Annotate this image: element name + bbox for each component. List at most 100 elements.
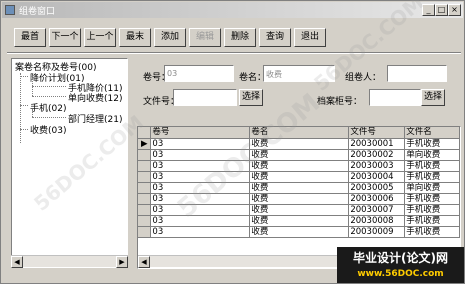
cell-volume-name[interactable]: 收费 bbox=[249, 204, 350, 216]
column-header-file-name[interactable]: 文件名 bbox=[404, 127, 460, 139]
grid-horizontal-scrollbar[interactable]: ◀ bbox=[138, 255, 338, 268]
cell-file-no[interactable]: 20030001 bbox=[348, 138, 406, 150]
table-row[interactable]: 03 收费 20030007 手机收费 bbox=[138, 204, 460, 216]
composer-field[interactable] bbox=[387, 65, 447, 82]
cell-file-no[interactable]: 20030005 bbox=[348, 182, 406, 194]
volume-name-field[interactable]: 收费 bbox=[263, 65, 335, 82]
query-button[interactable]: 查询 bbox=[259, 28, 291, 47]
app-icon bbox=[5, 5, 15, 15]
column-header-volume-no[interactable]: 卷号 bbox=[150, 127, 251, 139]
cell-file-name[interactable]: 手机收费 bbox=[404, 160, 460, 172]
table-row[interactable]: 03 收费 20030005 单向收费 bbox=[138, 182, 460, 194]
cell-volume-no[interactable]: 03 bbox=[150, 138, 251, 150]
cell-volume-no[interactable]: 03 bbox=[150, 226, 251, 238]
table-row[interactable]: 03 收费 20030004 手机收费 bbox=[138, 171, 460, 183]
banner-title: 毕业设计(论文)网 bbox=[353, 251, 448, 265]
table-row[interactable]: 03 收费 20030009 手机收费 bbox=[138, 226, 460, 238]
next-button[interactable]: 下一个 bbox=[49, 28, 81, 47]
cell-file-no[interactable]: 20030003 bbox=[348, 160, 406, 172]
cell-volume-no[interactable]: 03 bbox=[150, 182, 251, 194]
edit-button[interactable]: 编辑 bbox=[189, 28, 221, 47]
column-header-file-no[interactable]: 文件号 bbox=[348, 127, 406, 139]
cell-file-name[interactable]: 手机收费 bbox=[404, 204, 460, 216]
cell-file-name[interactable]: 手机收费 bbox=[404, 138, 460, 150]
cell-file-no[interactable]: 20030006 bbox=[348, 193, 406, 205]
column-header-volume-name[interactable]: 卷名 bbox=[249, 127, 350, 139]
row-selector[interactable] bbox=[138, 182, 152, 194]
table-row[interactable]: 03 收费 20030003 手机收费 bbox=[138, 160, 460, 172]
cell-file-no[interactable]: 20030009 bbox=[348, 226, 406, 238]
cell-volume-name[interactable]: 收费 bbox=[249, 193, 350, 205]
row-selector[interactable] bbox=[138, 226, 152, 238]
add-button[interactable]: 添加 bbox=[154, 28, 186, 47]
row-selector[interactable] bbox=[138, 215, 152, 227]
archive-tree[interactable]: 案卷名称及卷号(00) 降价计划(01) 手机降价(11) 单向收费(12) 手… bbox=[11, 58, 128, 268]
row-selector[interactable] bbox=[138, 149, 152, 161]
tree-node-fee[interactable]: 收费(03) bbox=[30, 123, 66, 136]
table-row[interactable]: 03 收费 20030002 单向收费 bbox=[138, 149, 460, 161]
cell-file-no[interactable]: 20030004 bbox=[348, 171, 406, 183]
cell-file-no[interactable]: 20030008 bbox=[348, 215, 406, 227]
row-selector[interactable] bbox=[138, 193, 152, 205]
tree-horizontal-scrollbar[interactable]: ◀ ▶ bbox=[11, 255, 128, 268]
cell-file-no[interactable]: 20030007 bbox=[348, 204, 406, 216]
cell-volume-name[interactable]: 收费 bbox=[249, 171, 350, 183]
row-selector[interactable] bbox=[138, 160, 152, 172]
cell-volume-no[interactable]: 03 bbox=[150, 215, 251, 227]
tree-node-department-manager[interactable]: 部门经理(21) bbox=[68, 112, 122, 125]
row-selector-header bbox=[138, 127, 152, 139]
file-no-field[interactable] bbox=[173, 89, 237, 106]
cell-file-name[interactable]: 单向收费 bbox=[404, 149, 460, 161]
cell-volume-no[interactable]: 03 bbox=[150, 193, 251, 205]
window-title: 组卷窗口 bbox=[19, 7, 56, 17]
maximize-button[interactable]: □ bbox=[435, 4, 448, 16]
tree-connector bbox=[32, 96, 66, 97]
cell-volume-name[interactable]: 收费 bbox=[249, 226, 350, 238]
table-row[interactable]: 03 收费 20030006 手机收费 bbox=[138, 193, 460, 205]
first-button[interactable]: 最首 bbox=[14, 28, 46, 47]
last-button[interactable]: 最末 bbox=[119, 28, 151, 47]
cell-volume-name[interactable]: 收费 bbox=[249, 182, 350, 194]
table-row[interactable]: ▶ 03 收费 20030001 手机收费 bbox=[138, 138, 460, 150]
delete-button[interactable]: 删除 bbox=[224, 28, 256, 47]
cell-file-name[interactable]: 手机收费 bbox=[404, 226, 460, 238]
tree-connector bbox=[20, 73, 21, 143]
minimize-button[interactable]: _ bbox=[422, 4, 435, 16]
previous-button[interactable]: 上一个 bbox=[84, 28, 116, 47]
scroll-left-icon[interactable]: ◀ bbox=[11, 256, 23, 268]
cell-volume-name[interactable]: 收费 bbox=[249, 215, 350, 227]
row-selector[interactable] bbox=[138, 204, 152, 216]
close-button[interactable]: × bbox=[448, 4, 461, 16]
choose-archive-button[interactable]: 选择 bbox=[421, 89, 445, 106]
tree-node-one-way-fee[interactable]: 单向收费(12) bbox=[68, 91, 122, 104]
row-selector[interactable] bbox=[138, 171, 152, 183]
volume-name-label: 卷名： bbox=[239, 73, 267, 83]
tree-connector bbox=[20, 129, 28, 130]
grid-scroll-left-icon[interactable]: ◀ bbox=[138, 256, 150, 268]
table-row[interactable]: 03 收费 20030008 手机收费 bbox=[138, 215, 460, 227]
cell-volume-no[interactable]: 03 bbox=[150, 171, 251, 183]
cell-volume-name[interactable]: 收费 bbox=[249, 160, 350, 172]
cell-file-name[interactable]: 手机收费 bbox=[404, 171, 460, 183]
tree-connector bbox=[32, 86, 66, 87]
cell-file-name[interactable]: 单向收费 bbox=[404, 182, 460, 194]
cell-file-no[interactable]: 20030002 bbox=[348, 149, 406, 161]
cell-file-name[interactable]: 手机收费 bbox=[404, 193, 460, 205]
choose-file-button[interactable]: 选择 bbox=[239, 89, 263, 106]
cell-volume-no[interactable]: 03 bbox=[150, 160, 251, 172]
archive-no-field[interactable] bbox=[369, 89, 421, 106]
volume-no-field[interactable]: 03 bbox=[164, 65, 234, 82]
exit-button[interactable]: 退出 bbox=[294, 28, 326, 47]
banner-url: www.56DOC.com bbox=[357, 269, 444, 279]
cell-file-name[interactable]: 手机收费 bbox=[404, 215, 460, 227]
cell-volume-no[interactable]: 03 bbox=[150, 149, 251, 161]
tree-connector bbox=[20, 105, 28, 106]
cell-volume-no[interactable]: 03 bbox=[150, 204, 251, 216]
tree-connector bbox=[20, 76, 28, 77]
archive-no-label: 档案柜号： bbox=[317, 97, 363, 107]
title-bar: 组卷窗口 _ □ × bbox=[2, 2, 463, 18]
scroll-right-icon[interactable]: ▶ bbox=[116, 256, 128, 268]
cell-volume-name[interactable]: 收费 bbox=[249, 138, 350, 150]
cell-volume-name[interactable]: 收费 bbox=[249, 149, 350, 161]
tree-node-phone[interactable]: 手机(02) bbox=[30, 101, 66, 114]
